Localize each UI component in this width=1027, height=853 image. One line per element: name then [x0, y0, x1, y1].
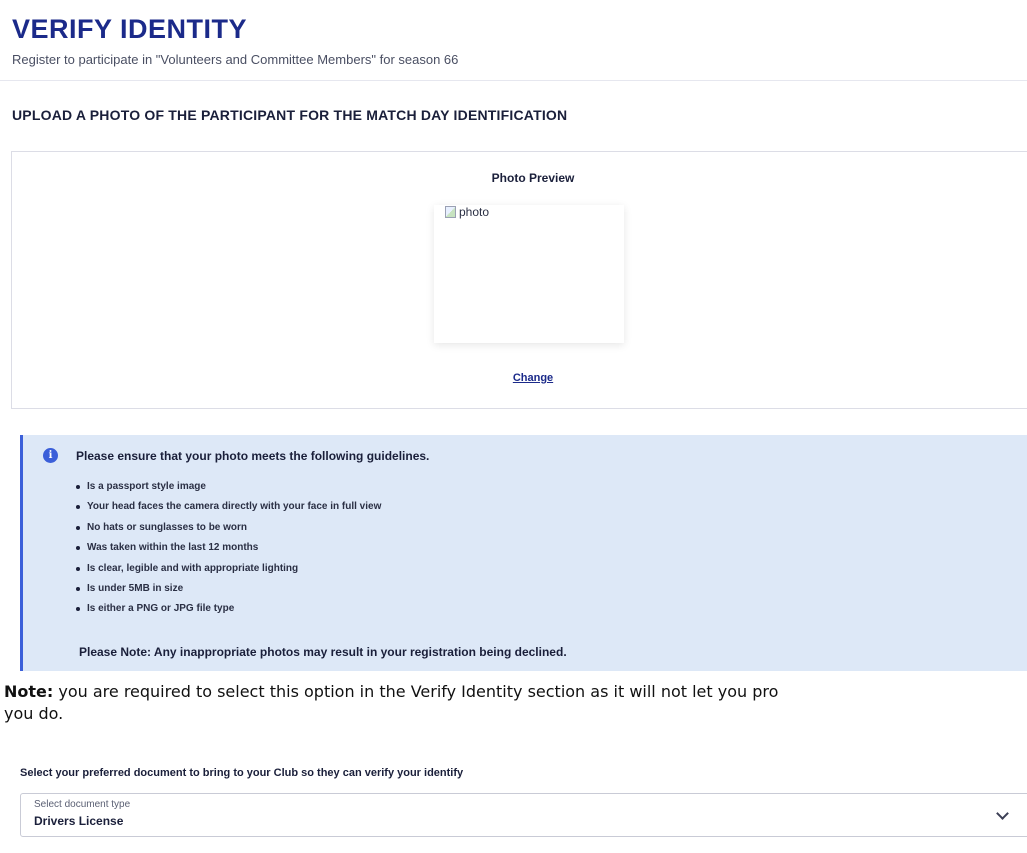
photo-alt-text: photo	[459, 205, 490, 219]
change-photo-link[interactable]: Change	[12, 372, 1027, 384]
broken-image: photo	[445, 205, 489, 219]
list-item: Is a passport style image	[76, 480, 381, 500]
info-icon: i	[43, 448, 58, 463]
photo-preview-title: Photo Preview	[491, 171, 575, 185]
note-line-2: you do.	[4, 704, 64, 723]
guidelines-list: Is a passport style image Your head face…	[76, 480, 381, 623]
verify-identity-note: Note: you are required to select this op…	[4, 681, 1027, 725]
document-type-label: Select document type	[34, 799, 131, 810]
photo-preview-panel: Photo Preview photo Change	[11, 151, 1027, 409]
guidelines-note: Please Note: Any inappropriate photos ma…	[79, 645, 567, 659]
list-item: No hats or sunglasses to be worn	[76, 521, 381, 541]
header-divider	[0, 80, 1027, 81]
document-type-value: Drivers License	[34, 814, 124, 828]
list-item: Your head faces the camera directly with…	[76, 500, 381, 520]
list-item: Is clear, legible and with appropriate l…	[76, 562, 381, 582]
upload-section-heading: UPLOAD A PHOTO OF THE PARTICIPANT FOR TH…	[12, 107, 568, 123]
list-item: Is under 5MB in size	[76, 582, 381, 602]
note-line-1: you are required to select this option i…	[53, 682, 779, 701]
note-label: Note:	[4, 682, 54, 701]
chevron-down-icon	[996, 807, 1009, 820]
list-item: Was taken within the last 12 months	[76, 541, 381, 561]
guidelines-intro: Please ensure that your photo meets the …	[76, 449, 430, 463]
page-title: VERIFY IDENTITY	[12, 14, 248, 44]
broken-image-icon	[445, 206, 456, 218]
document-prompt: Select your preferred document to bring …	[20, 767, 464, 779]
document-type-select[interactable]: Select document type Drivers License	[20, 793, 1027, 837]
list-item: Is either a PNG or JPG file type	[76, 602, 381, 622]
photo-preview-frame: photo	[434, 205, 624, 343]
photo-guidelines-box: i Please ensure that your photo meets th…	[20, 435, 1027, 671]
page-subtitle: Register to participate in "Volunteers a…	[12, 52, 459, 67]
